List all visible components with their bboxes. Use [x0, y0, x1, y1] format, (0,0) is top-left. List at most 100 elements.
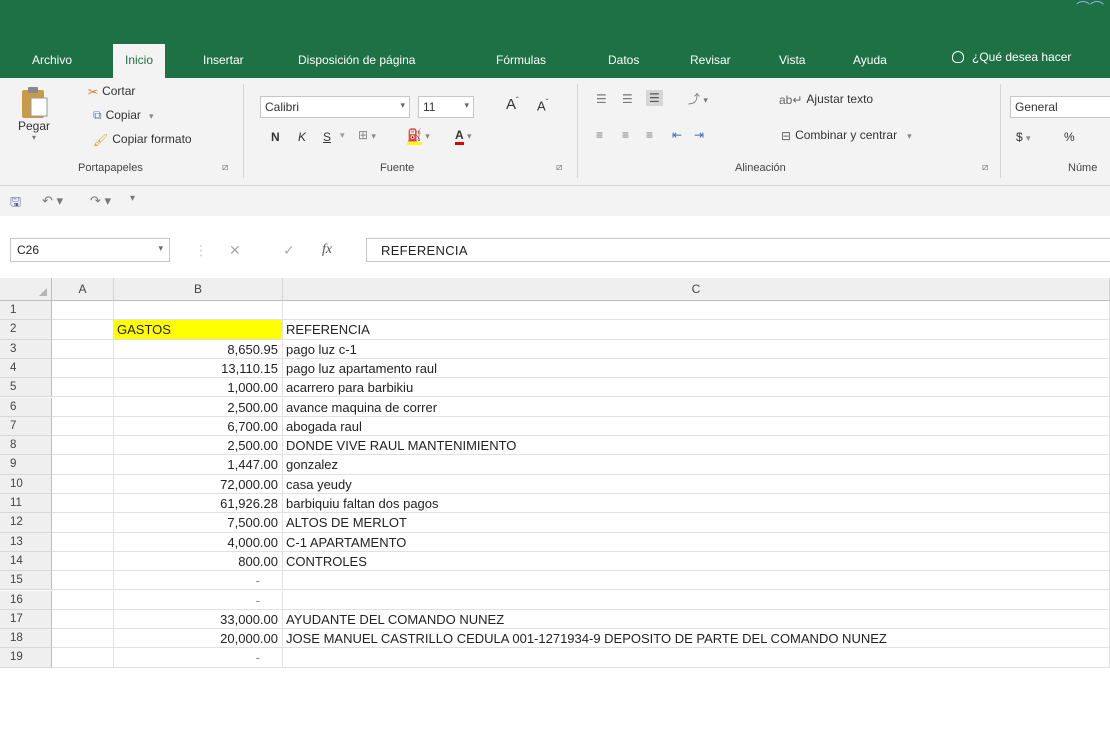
currency-button[interactable]: $ ▾: [1016, 130, 1031, 144]
orientation-icon[interactable]: ⤴ ▾: [688, 90, 708, 107]
paste-dropdown-icon[interactable]: ▾: [14, 133, 54, 142]
cell-c[interactable]: [283, 648, 1110, 668]
cell-b[interactable]: 13,110.15: [114, 358, 283, 379]
cell-a[interactable]: [52, 436, 114, 456]
row-header[interactable]: 1: [0, 301, 52, 321]
borders-icon[interactable]: ⊞ ▾: [358, 128, 376, 142]
cell-a[interactable]: [52, 571, 114, 591]
cell-c[interactable]: gonzalez: [283, 455, 1110, 475]
align-middle-icon[interactable]: ☰: [622, 92, 633, 106]
underline-dropdown-icon[interactable]: ▾: [340, 130, 345, 141]
font-name-select[interactable]: Calibri ▾: [260, 96, 410, 118]
column-header-a[interactable]: A: [52, 278, 114, 301]
row-header[interactable]: 4: [0, 358, 52, 379]
increase-indent-icon[interactable]: ⇥: [694, 128, 704, 142]
row-header[interactable]: 11: [0, 494, 52, 514]
cell-c[interactable]: [283, 571, 1110, 591]
tab-vista[interactable]: Vista: [779, 53, 805, 67]
cell-a[interactable]: [52, 301, 114, 321]
fill-color-button[interactable]: ⛽ ▾: [407, 128, 430, 145]
cell-a[interactable]: [52, 339, 114, 359]
cell-c[interactable]: pago luz c-1: [283, 339, 1110, 359]
cell-b[interactable]: 7,500.00: [114, 513, 283, 533]
cell-c[interactable]: CONTROLES: [283, 551, 1110, 572]
underline-button[interactable]: S: [323, 130, 331, 144]
cell-b[interactable]: 2,500.00: [114, 397, 283, 417]
row-header[interactable]: 6: [0, 397, 52, 417]
column-header-b[interactable]: B: [114, 278, 283, 301]
align-right-icon[interactable]: ≡: [646, 128, 653, 142]
font-launcher-icon[interactable]: ⧄: [556, 162, 562, 173]
grow-font-button[interactable]: Aˆ: [506, 96, 519, 113]
formula-input[interactable]: REFERENCIA: [366, 238, 1110, 262]
cell-b[interactable]: 33,000.00: [114, 609, 283, 630]
cell-a[interactable]: [52, 378, 114, 398]
row-header[interactable]: 10: [0, 474, 52, 494]
format-painter-button[interactable]: 🖌 Copiar formato: [93, 132, 192, 147]
tab-revisar[interactable]: Revisar: [690, 53, 731, 67]
select-all-button[interactable]: [0, 278, 52, 301]
cell-b[interactable]: GASTOS: [114, 320, 283, 340]
cancel-icon[interactable]: ✕: [229, 242, 241, 259]
tell-me-search[interactable]: ¿Qué desea hacer: [952, 50, 1071, 64]
cell-b[interactable]: 1,447.00: [114, 455, 283, 475]
tab-formulas[interactable]: Fórmulas: [496, 53, 546, 67]
cell-c[interactable]: avance maquina de correr: [283, 397, 1110, 417]
shrink-font-button[interactable]: Aˇ: [537, 98, 548, 113]
merge-center-button[interactable]: ⊟ Combinar y centrar ▾: [781, 128, 912, 143]
cell-a[interactable]: [52, 455, 114, 475]
row-header[interactable]: 2: [0, 320, 52, 340]
cell-b[interactable]: -: [114, 590, 283, 610]
align-left-icon[interactable]: ≡: [596, 128, 603, 142]
cell-b[interactable]: 72,000.00: [114, 474, 283, 494]
cell-c[interactable]: [283, 590, 1110, 610]
cell-a[interactable]: [52, 397, 114, 417]
alignment-launcher-icon[interactable]: ⧄: [982, 162, 988, 173]
row-header[interactable]: 9: [0, 455, 52, 475]
row-header[interactable]: 12: [0, 513, 52, 533]
row-header[interactable]: 3: [0, 339, 52, 359]
copy-dropdown-icon[interactable]: ▾: [149, 111, 154, 121]
cell-b[interactable]: -: [114, 648, 283, 668]
row-header[interactable]: 17: [0, 609, 52, 630]
clipboard-launcher-icon[interactable]: ⧄: [222, 162, 228, 173]
cell-a[interactable]: [52, 648, 114, 668]
row-header[interactable]: 19: [0, 648, 52, 668]
enter-icon[interactable]: ✓: [283, 242, 295, 259]
cell-c[interactable]: C-1 APARTAMENTO: [283, 532, 1110, 552]
row-header[interactable]: 15: [0, 571, 52, 591]
cell-b[interactable]: [114, 301, 283, 321]
font-size-select[interactable]: 11 ▾: [418, 96, 474, 118]
save-icon[interactable]: 🖫: [10, 193, 21, 215]
align-top-icon[interactable]: ☰: [596, 92, 607, 106]
row-header[interactable]: 5: [0, 378, 52, 398]
customize-qat-icon[interactable]: ▾: [130, 193, 135, 204]
align-center-icon[interactable]: ≡: [622, 128, 629, 142]
row-header[interactable]: 8: [0, 436, 52, 456]
italic-button[interactable]: K: [298, 130, 306, 144]
tab-inicio[interactable]: Inicio: [113, 44, 166, 78]
cell-a[interactable]: [52, 609, 114, 630]
cell-a[interactable]: [52, 513, 114, 533]
cell-b[interactable]: 4,000.00: [114, 532, 283, 552]
cell-b[interactable]: 61,926.28: [114, 494, 283, 514]
decrease-indent-icon[interactable]: ⇤: [672, 128, 682, 142]
cell-a[interactable]: [52, 416, 114, 437]
cell-a[interactable]: [52, 551, 114, 572]
cell-b[interactable]: 8,650.95: [114, 339, 283, 359]
cell-a[interactable]: [52, 532, 114, 552]
merge-dropdown-icon[interactable]: ▾: [907, 131, 912, 141]
cell-a[interactable]: [52, 494, 114, 514]
cell-c[interactable]: barbiquiu faltan dos pagos: [283, 494, 1110, 514]
redo-icon[interactable]: ↷ ▾: [90, 193, 111, 209]
cell-b[interactable]: 20,000.00: [114, 629, 283, 649]
cell-c[interactable]: AYUDANTE DEL COMANDO NUNEZ: [283, 609, 1110, 630]
cell-b[interactable]: -: [114, 571, 283, 591]
row-header[interactable]: 16: [0, 590, 52, 610]
cell-a[interactable]: [52, 358, 114, 379]
name-box[interactable]: C26 ▾: [10, 238, 170, 262]
bold-button[interactable]: N: [271, 130, 280, 144]
cell-a[interactable]: [52, 474, 114, 494]
cell-c[interactable]: ALTOS DE MERLOT: [283, 513, 1110, 533]
cell-c[interactable]: acarrero para barbikiu: [283, 378, 1110, 398]
